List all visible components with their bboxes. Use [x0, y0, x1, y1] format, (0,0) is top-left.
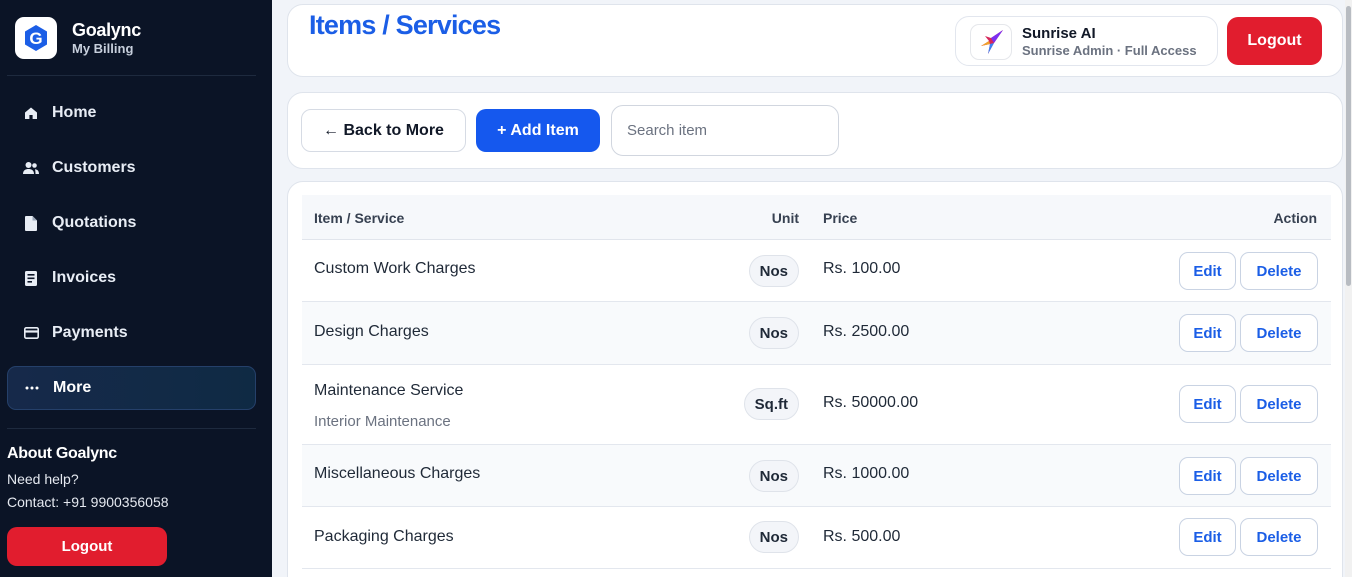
sidebar-item-more[interactable]: More: [7, 366, 256, 410]
delete-button[interactable]: Delete: [1240, 457, 1318, 495]
sidebar-item-label: Payments: [52, 324, 128, 341]
item-name: Custom Work Charges: [314, 260, 476, 277]
sidebar-item-payments[interactable]: Payments: [7, 311, 256, 355]
unit-badge: Sq.ft: [743, 388, 799, 420]
sidebar-item-label: Invoices: [52, 269, 117, 286]
unit-badge: Nos: [748, 317, 799, 349]
sidebar-item-home[interactable]: Home: [7, 91, 256, 135]
item-name: Design Charges: [314, 323, 429, 340]
brand-subtitle: My Billing: [72, 41, 134, 56]
users-icon: [23, 160, 39, 176]
document-icon: [23, 215, 39, 231]
edit-button[interactable]: Edit: [1179, 385, 1236, 423]
table-row: Packaging Charges Nos Rs. 500.00 Edit De…: [302, 507, 1331, 569]
item-name: Maintenance Service: [314, 382, 464, 399]
card-icon: [23, 325, 39, 341]
search-input[interactable]: [611, 105, 839, 156]
brand-logo-letter: G: [29, 29, 42, 48]
sidebar-item-invoices[interactable]: Invoices: [7, 256, 256, 300]
brand-name: Goalync: [72, 20, 141, 40]
item-description: Interior Maintenance: [314, 413, 451, 430]
item-price: Rs. 1000.00: [823, 465, 910, 482]
column-header-name: Item / Service: [314, 210, 405, 226]
contact-text: Contact: +91 9900356058: [7, 494, 169, 510]
sidebar: G Goalync My Billing Home Customers Quot…: [0, 0, 272, 577]
items-table-card: Item / Service Unit Price Action Custom …: [287, 181, 1343, 577]
edit-button[interactable]: Edit: [1179, 518, 1236, 556]
user-name: Sunrise AI: [1022, 25, 1096, 42]
sidebar-item-label: More: [53, 379, 92, 396]
item-price: Rs. 500.00: [823, 528, 901, 545]
header-card: Items / Services Sunrise AI Sunrise Admi…: [287, 4, 1343, 77]
sidebar-item-label: Home: [52, 104, 97, 121]
about-title: About Goalync: [7, 445, 117, 462]
unit-badge: Nos: [748, 460, 799, 492]
back-to-more-button[interactable]: ← Back to More: [301, 109, 466, 152]
delete-button[interactable]: Delete: [1240, 518, 1318, 556]
scrollbar-thumb[interactable]: [1346, 6, 1351, 286]
item-price: Rs. 2500.00: [823, 323, 910, 340]
table-row: Miscellaneous Charges Nos Rs. 1000.00 Ed…: [302, 445, 1331, 507]
brand-logo-icon: G: [15, 17, 57, 59]
edit-button[interactable]: Edit: [1179, 252, 1236, 290]
delete-button[interactable]: Delete: [1240, 252, 1318, 290]
bird-logo-icon: [970, 24, 1012, 60]
help-text: Need help?: [7, 471, 79, 487]
table-row: Custom Work Charges Nos Rs. 100.00 Edit …: [302, 240, 1331, 302]
sidebar-item-quotations[interactable]: Quotations: [7, 201, 256, 245]
item-name: Miscellaneous Charges: [314, 465, 481, 482]
add-item-button[interactable]: + Add Item: [476, 109, 600, 152]
brand[interactable]: G Goalync My Billing: [15, 17, 141, 59]
ellipsis-icon: [24, 380, 40, 396]
header-logout-button[interactable]: Logout: [1227, 17, 1322, 65]
edit-button[interactable]: Edit: [1179, 457, 1236, 495]
item-price: Rs. 50000.00: [823, 394, 919, 411]
sidebar-logout-button[interactable]: Logout: [7, 527, 167, 566]
unit-badge: Nos: [748, 255, 799, 287]
page-title: Items / Services: [309, 10, 501, 40]
edit-button[interactable]: Edit: [1179, 314, 1236, 352]
sidebar-divider: [7, 75, 256, 76]
column-header-unit: Unit: [771, 210, 799, 226]
sidebar-divider: [7, 428, 256, 429]
column-header-action: Action: [1273, 210, 1317, 226]
column-header-price: Price: [823, 210, 858, 226]
page-scrollbar[interactable]: [1345, 0, 1352, 577]
sidebar-item-customers[interactable]: Customers: [7, 146, 256, 190]
user-role: Sunrise Admin · Full Access: [1022, 43, 1197, 58]
delete-button[interactable]: Delete: [1240, 314, 1318, 352]
table-header: Item / Service Unit Price Action: [302, 195, 1331, 240]
unit-badge: Nos: [748, 521, 799, 553]
user-profile-chip[interactable]: Sunrise AI Sunrise Admin · Full Access: [955, 16, 1218, 66]
toolbar-card: ← Back to More + Add Item: [287, 92, 1343, 169]
receipt-icon: [23, 270, 39, 286]
table-row: Design Charges Nos Rs. 2500.00 Edit Dele…: [302, 302, 1331, 365]
item-price: Rs. 100.00: [823, 260, 901, 277]
sidebar-item-label: Customers: [52, 159, 136, 176]
table-row: Maintenance Service Interior Maintenance…: [302, 365, 1331, 445]
item-name: Packaging Charges: [314, 528, 454, 545]
delete-button[interactable]: Delete: [1240, 385, 1318, 423]
sidebar-item-label: Quotations: [52, 214, 137, 231]
home-icon: [23, 105, 39, 121]
